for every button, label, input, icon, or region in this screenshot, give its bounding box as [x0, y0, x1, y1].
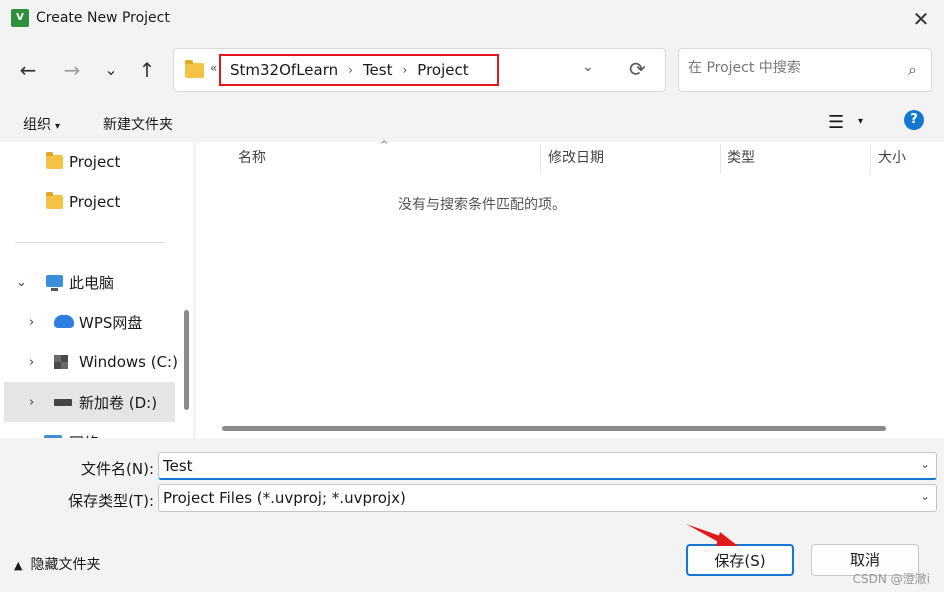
column-divider[interactable] — [540, 144, 541, 174]
forward-button[interactable]: → — [58, 54, 86, 86]
sidebar-item-project-1[interactable]: Project — [4, 142, 175, 182]
chevron-right-icon[interactable]: › — [29, 435, 34, 439]
filename-value[interactable]: Test — [163, 457, 193, 475]
title-bar: V Create New Project ✕ — [0, 0, 944, 38]
watermark: CSDN @澄澈i — [852, 572, 930, 586]
column-header-date[interactable]: 修改日期 — [548, 142, 604, 174]
navigation-pane: Project Project ⌄ 此电脑 › WPS网盘 › Windows … — [0, 142, 193, 438]
view-list-icon[interactable]: ☰ — [828, 112, 844, 133]
caret-down-icon: ▾ — [55, 121, 61, 132]
organize-menu[interactable]: 组织 ▾ — [23, 114, 60, 134]
address-bar[interactable]: « Stm32OfLearn › Test › Project ⌄ ⟳ — [173, 48, 666, 92]
search-input[interactable] — [688, 60, 888, 76]
save-button[interactable]: 保存(S) — [686, 544, 794, 576]
sidebar-item-windows-c[interactable]: › Windows (C:) — [4, 342, 178, 382]
red-arrow-annotation-icon — [686, 524, 738, 546]
caret-up-icon: ▲ — [14, 559, 23, 572]
sidebar-item-label: Windows (C:) — [79, 353, 178, 371]
sidebar-item-label: WPS网盘 — [79, 313, 143, 332]
breadcrumb-separator-icon[interactable]: › — [402, 63, 407, 77]
chevron-right-icon[interactable]: › — [29, 315, 34, 330]
recent-locations-button[interactable]: ⌄ — [97, 54, 125, 86]
sidebar-item-label: 新加卷 (D:) — [79, 393, 158, 412]
column-divider[interactable] — [720, 144, 721, 174]
back-button[interactable]: ← — [14, 54, 42, 86]
command-toolbar: 组织 ▾ 新建文件夹 ☰ ▾ — [0, 102, 944, 142]
chevron-right-icon[interactable]: › — [29, 355, 34, 370]
sort-ascending-icon: ^ — [380, 140, 389, 151]
keil-app-icon: V — [11, 9, 29, 27]
column-divider[interactable] — [870, 144, 871, 174]
sidebar-scrollbar[interactable] — [184, 310, 189, 410]
chevron-down-icon[interactable]: ⌄ — [920, 489, 930, 503]
column-header-type[interactable]: 类型 — [727, 142, 755, 174]
help-icon[interactable]: ? — [904, 110, 924, 130]
up-button[interactable]: ↑ — [133, 54, 161, 86]
column-header-size[interactable]: 大小 — [878, 142, 906, 174]
cloud-icon — [54, 315, 74, 328]
chevron-down-icon[interactable]: ⌄ — [582, 59, 594, 75]
sidebar-item-label: Project — [69, 153, 121, 171]
organize-label: 组织 — [23, 117, 51, 133]
file-list: ^ 名称 修改日期 类型 大小 没有与搜索条件匹配的项。 — [196, 140, 944, 438]
sidebar-item-label: 此电脑 — [69, 273, 115, 292]
breadcrumb-item-project[interactable]: Project — [417, 61, 468, 79]
drive-icon — [54, 399, 72, 406]
breadcrumb-overflow-icon[interactable]: « — [210, 61, 217, 75]
new-folder-button[interactable]: 新建文件夹 — [103, 114, 173, 134]
computer-icon — [46, 275, 63, 291]
network-icon — [44, 435, 62, 438]
close-button[interactable]: ✕ — [898, 0, 944, 38]
hide-folders-label: 隐藏文件夹 — [30, 557, 101, 573]
folder-icon — [46, 192, 63, 209]
horizontal-scrollbar[interactable] — [222, 426, 886, 431]
chevron-down-icon[interactable]: ⌄ — [16, 275, 27, 290]
sidebar-divider — [15, 242, 165, 243]
breadcrumb: Stm32OfLearn › Test › Project — [219, 54, 499, 86]
sidebar-item-volume-d[interactable]: › 新加卷 (D:) — [4, 382, 175, 422]
filetype-select[interactable]: Project Files (*.uvproj; *.uvprojx) ⌄ — [158, 484, 937, 512]
empty-message: 没有与搜索条件匹配的项。 — [398, 197, 566, 213]
breadcrumb-item-stm32oflearn[interactable]: Stm32OfLearn — [230, 61, 338, 79]
sidebar-item-project-2[interactable]: Project — [4, 182, 175, 222]
sidebar-item-label: 网络 — [69, 432, 99, 439]
navigation-bar: ← → ⌄ ↑ « Stm32OfLearn › Test › Project … — [0, 38, 944, 102]
filetype-label: 保存类型(T): — [68, 492, 154, 510]
sidebar-item-wps-cloud[interactable]: › WPS网盘 — [4, 302, 175, 342]
filename-label: 文件名(N): — [81, 460, 154, 478]
filename-field[interactable]: Test ⌄ — [158, 452, 937, 480]
hide-folders-toggle[interactable]: ▲ 隐藏文件夹 — [14, 554, 100, 574]
breadcrumb-separator-icon[interactable]: › — [348, 63, 353, 77]
sidebar-item-this-pc[interactable]: ⌄ 此电脑 — [4, 262, 175, 302]
sidebar-item-network[interactable]: › 网络 — [4, 422, 175, 438]
view-dropdown-icon[interactable]: ▾ — [858, 116, 863, 127]
filetype-row: 保存类型(T): Project Files (*.uvproj; *.uvpr… — [0, 484, 944, 514]
filename-row: 文件名(N): Test ⌄ — [0, 452, 944, 482]
sidebar-item-label: Project — [69, 193, 121, 211]
search-box[interactable]: ⌕ — [678, 48, 932, 92]
folder-icon — [185, 60, 204, 78]
refresh-icon[interactable]: ⟳ — [629, 57, 646, 81]
breadcrumb-item-test[interactable]: Test — [363, 61, 393, 79]
folder-icon — [46, 152, 63, 169]
dialog-footer: ▲ 隐藏文件夹 保存(S) 取消 — [0, 520, 944, 592]
column-header-name[interactable]: 名称 — [238, 142, 266, 174]
search-icon[interactable]: ⌕ — [908, 60, 917, 80]
window-title: Create New Project — [36, 10, 170, 26]
windows-drive-icon — [54, 355, 68, 369]
chevron-right-icon[interactable]: › — [29, 395, 34, 410]
filetype-value: Project Files (*.uvproj; *.uvprojx) — [163, 489, 406, 507]
chevron-down-icon[interactable]: ⌄ — [920, 457, 930, 471]
